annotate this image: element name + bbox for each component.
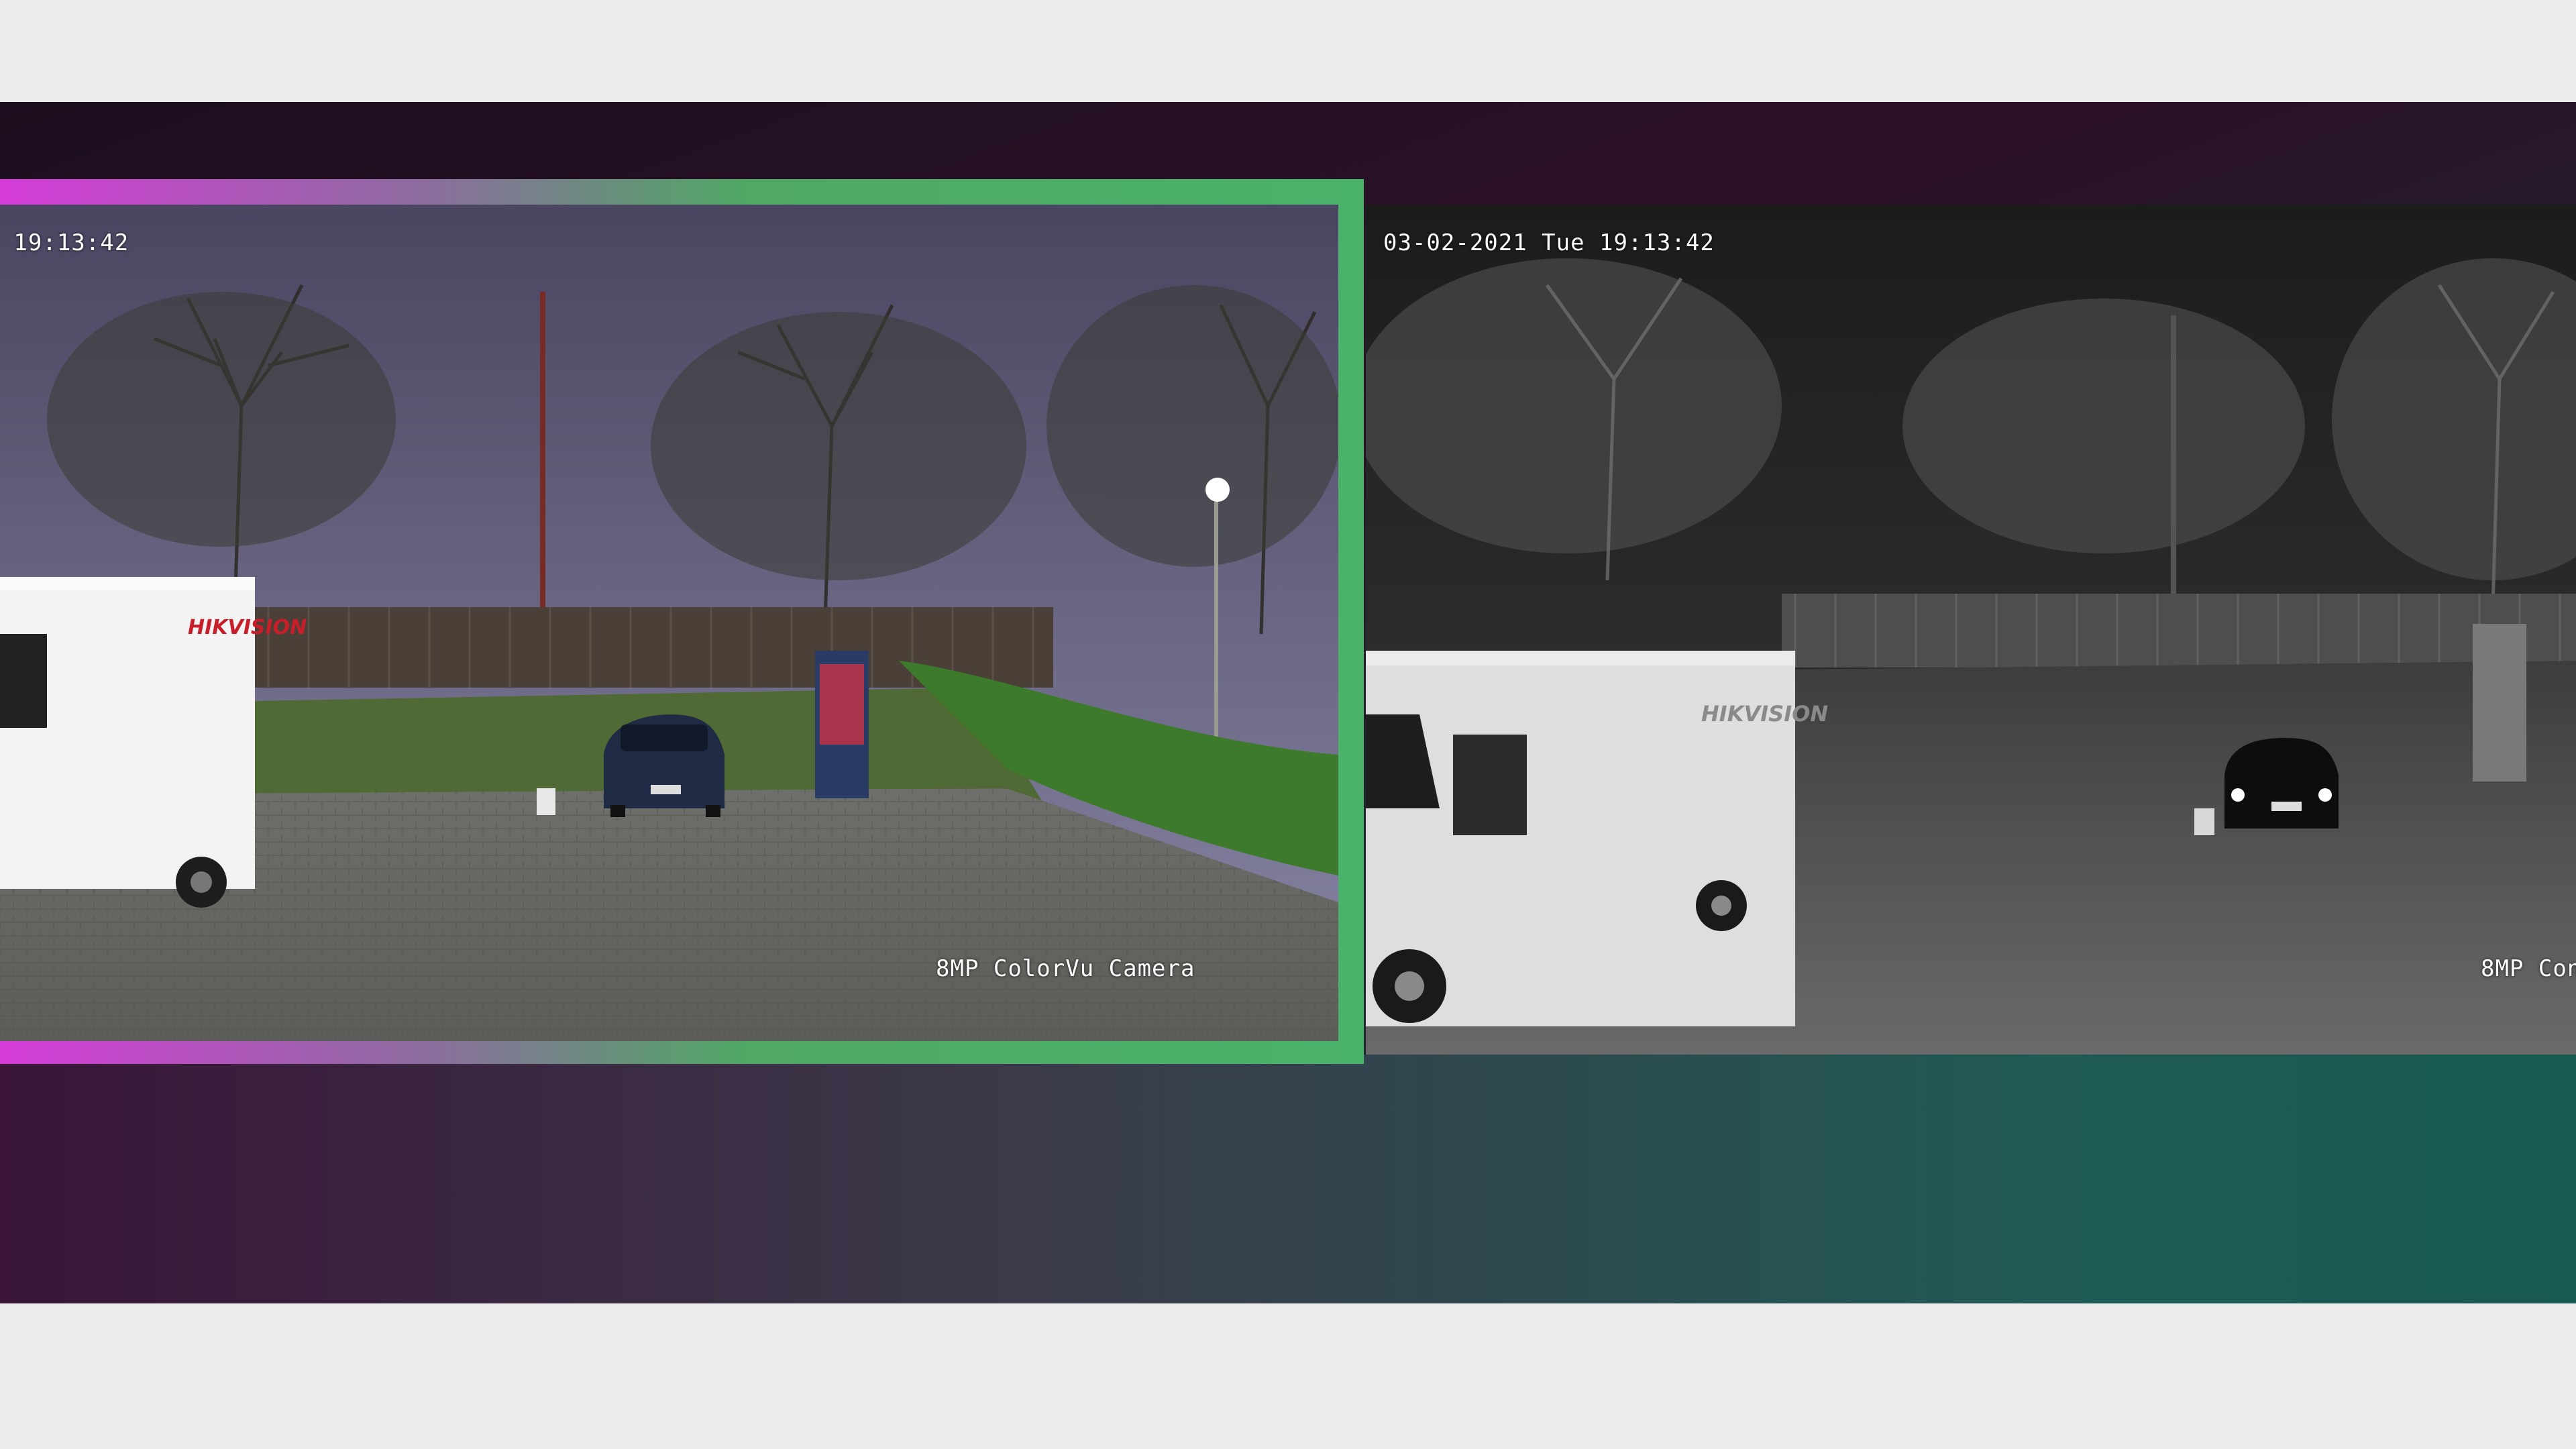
truck-brand-text: HIKVISION	[1701, 701, 1828, 727]
video-stage: HIKVISION HIKVISION 19:13:42 8MP ColorVu…	[0, 102, 2576, 1303]
right-timestamp: 03-02-2021 Tue 19:13:42	[1383, 229, 1715, 256]
right-camera-label: 8MP Con	[2481, 955, 2576, 982]
letterbox-bottom	[0, 1303, 2576, 1449]
conventional-camera-feed[interactable]: HIKVISION	[1366, 205, 2576, 1055]
left-timestamp: ue 19:13:42	[0, 229, 129, 256]
colorvu-camera-feed[interactable]: HIKVISION	[0, 205, 1338, 1041]
truck-brand-text: HIKVISION	[188, 616, 307, 639]
left-camera-label: 8MP ColorVu Camera	[936, 955, 1195, 982]
backdrop-glow	[0, 1055, 2576, 1303]
letterbox-top	[0, 0, 2576, 102]
